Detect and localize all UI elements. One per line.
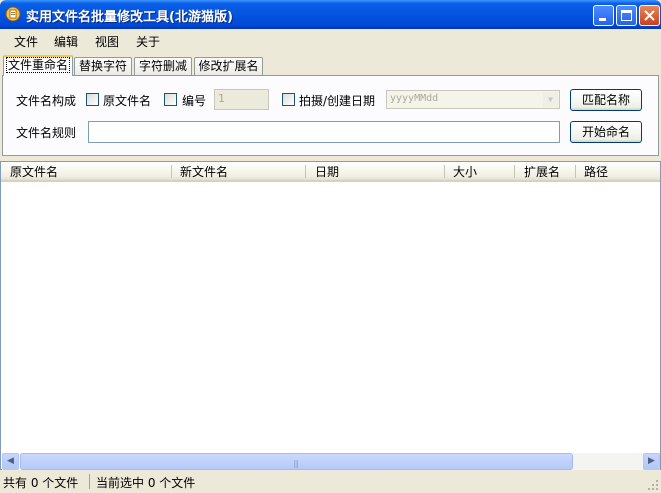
tab-label: 修改扩展名 <box>198 59 259 73</box>
horizontal-scrollbar[interactable]: ◀ ||| ▶ <box>2 453 660 470</box>
tab-label: 文件重命名 <box>5 57 70 73</box>
status-bar: 共有 0 个文件 当前选中 0 个文件 <box>0 471 661 493</box>
original-name-label: 原文件名 <box>103 94 152 108</box>
maximize-icon <box>621 10 632 21</box>
scroll-right-button[interactable]: ▶ <box>643 453 660 470</box>
close-button[interactable] <box>639 5 660 26</box>
menu-view[interactable]: 视图 <box>95 33 119 50</box>
resize-grip-icon[interactable] <box>647 479 659 491</box>
grip-icon: ||| <box>293 459 299 468</box>
date-format-value: yyyyMMdd <box>390 93 439 104</box>
chevron-down-icon[interactable]: ▼ <box>543 92 558 107</box>
minimize-button[interactable] <box>593 5 614 26</box>
composition-label: 文件名构成 <box>16 94 77 108</box>
app-icon <box>5 6 21 22</box>
menu-edit[interactable]: 编辑 <box>54 33 78 50</box>
title-bar[interactable]: 实用文件名批量修改工具(北游猫版) <box>0 0 661 29</box>
minimize-icon <box>599 18 606 21</box>
menu-file[interactable]: 文件 <box>14 33 38 50</box>
date-format-select[interactable]: yyyyMMdd ▼ <box>386 90 560 109</box>
status-total: 共有 0 个文件 <box>3 476 79 490</box>
list-header: 原文件名 新文件名 日期 大小 扩展名 路径 <box>1 162 660 182</box>
window-title: 实用文件名批量修改工具(北游猫版) <box>26 10 233 25</box>
column-path[interactable]: 路径 <box>575 162 659 180</box>
match-name-button[interactable]: 匹配名称 <box>570 89 642 111</box>
column-date[interactable]: 日期 <box>306 162 444 180</box>
status-divider <box>89 474 90 489</box>
file-list[interactable]: 原文件名 新文件名 日期 大小 扩展名 路径 ◀ ||| ▶ <box>0 161 661 470</box>
original-name-checkbox[interactable] <box>86 93 99 106</box>
rule-input[interactable] <box>88 121 560 143</box>
column-new-name[interactable]: 新文件名 <box>171 162 305 180</box>
menu-about[interactable]: 关于 <box>136 33 160 50</box>
status-selected: 当前选中 0 个文件 <box>96 476 196 490</box>
tab-file-rename[interactable]: 文件重命名 <box>3 55 73 76</box>
date-checkbox[interactable] <box>282 93 295 106</box>
close-icon <box>644 10 655 21</box>
rename-panel: 文件名构成 原文件名 编号 1 拍摄/创建日期 yyyyMMdd ▼ 匹配名称 … <box>2 75 659 156</box>
tab-label: 替换字符 <box>78 59 127 73</box>
maximize-button[interactable] <box>616 5 637 26</box>
menu-bar: 文件 编辑 视图 关于 <box>0 29 661 51</box>
rule-label: 文件名规则 <box>16 126 77 140</box>
column-original-name[interactable]: 原文件名 <box>1 162 171 180</box>
tab-delete-chars[interactable]: 字符删减 <box>134 57 192 75</box>
date-label: 拍摄/创建日期 <box>299 94 376 108</box>
tab-change-extension[interactable]: 修改扩展名 <box>194 57 263 75</box>
column-extension[interactable]: 扩展名 <box>515 162 575 180</box>
scroll-thumb[interactable]: ||| <box>20 453 573 470</box>
tab-replace-chars[interactable]: 替换字符 <box>74 57 132 75</box>
scroll-left-button[interactable]: ◀ <box>2 453 19 470</box>
column-size[interactable]: 大小 <box>444 162 514 180</box>
number-label: 编号 <box>182 94 207 108</box>
start-rename-button[interactable]: 开始命名 <box>570 121 642 143</box>
number-checkbox[interactable] <box>164 93 177 106</box>
number-input[interactable]: 1 <box>214 89 269 110</box>
tab-label: 字符删减 <box>138 59 187 73</box>
